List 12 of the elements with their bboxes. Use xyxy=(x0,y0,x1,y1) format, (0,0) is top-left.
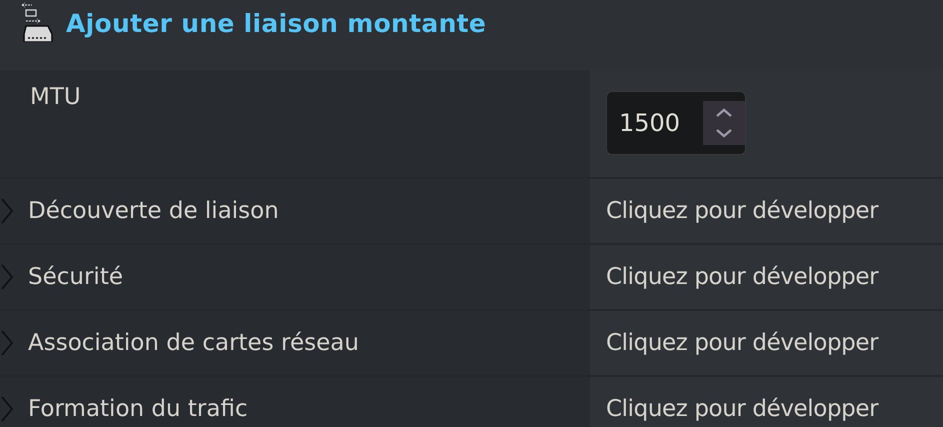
expand-hint: Cliquez pour développer xyxy=(606,330,878,356)
field-label: MTU xyxy=(30,84,81,110)
number-input[interactable]: 1500 xyxy=(606,90,746,154)
section-header[interactable]: Association de cartes réseau xyxy=(0,311,590,375)
expand-hint: Cliquez pour développer xyxy=(606,264,878,290)
section-header[interactable]: Formation du trafic xyxy=(0,377,590,427)
page-title: Ajouter une liaison montante xyxy=(66,9,486,38)
spinner-arrows-icon[interactable] xyxy=(703,100,745,144)
expand-hint: Cliquez pour développer xyxy=(606,198,878,224)
section-header[interactable]: Sécurité xyxy=(0,245,590,309)
section-header[interactable]: Découverte de liaison xyxy=(0,179,590,243)
expand-hint: Cliquez pour développer xyxy=(606,396,878,422)
